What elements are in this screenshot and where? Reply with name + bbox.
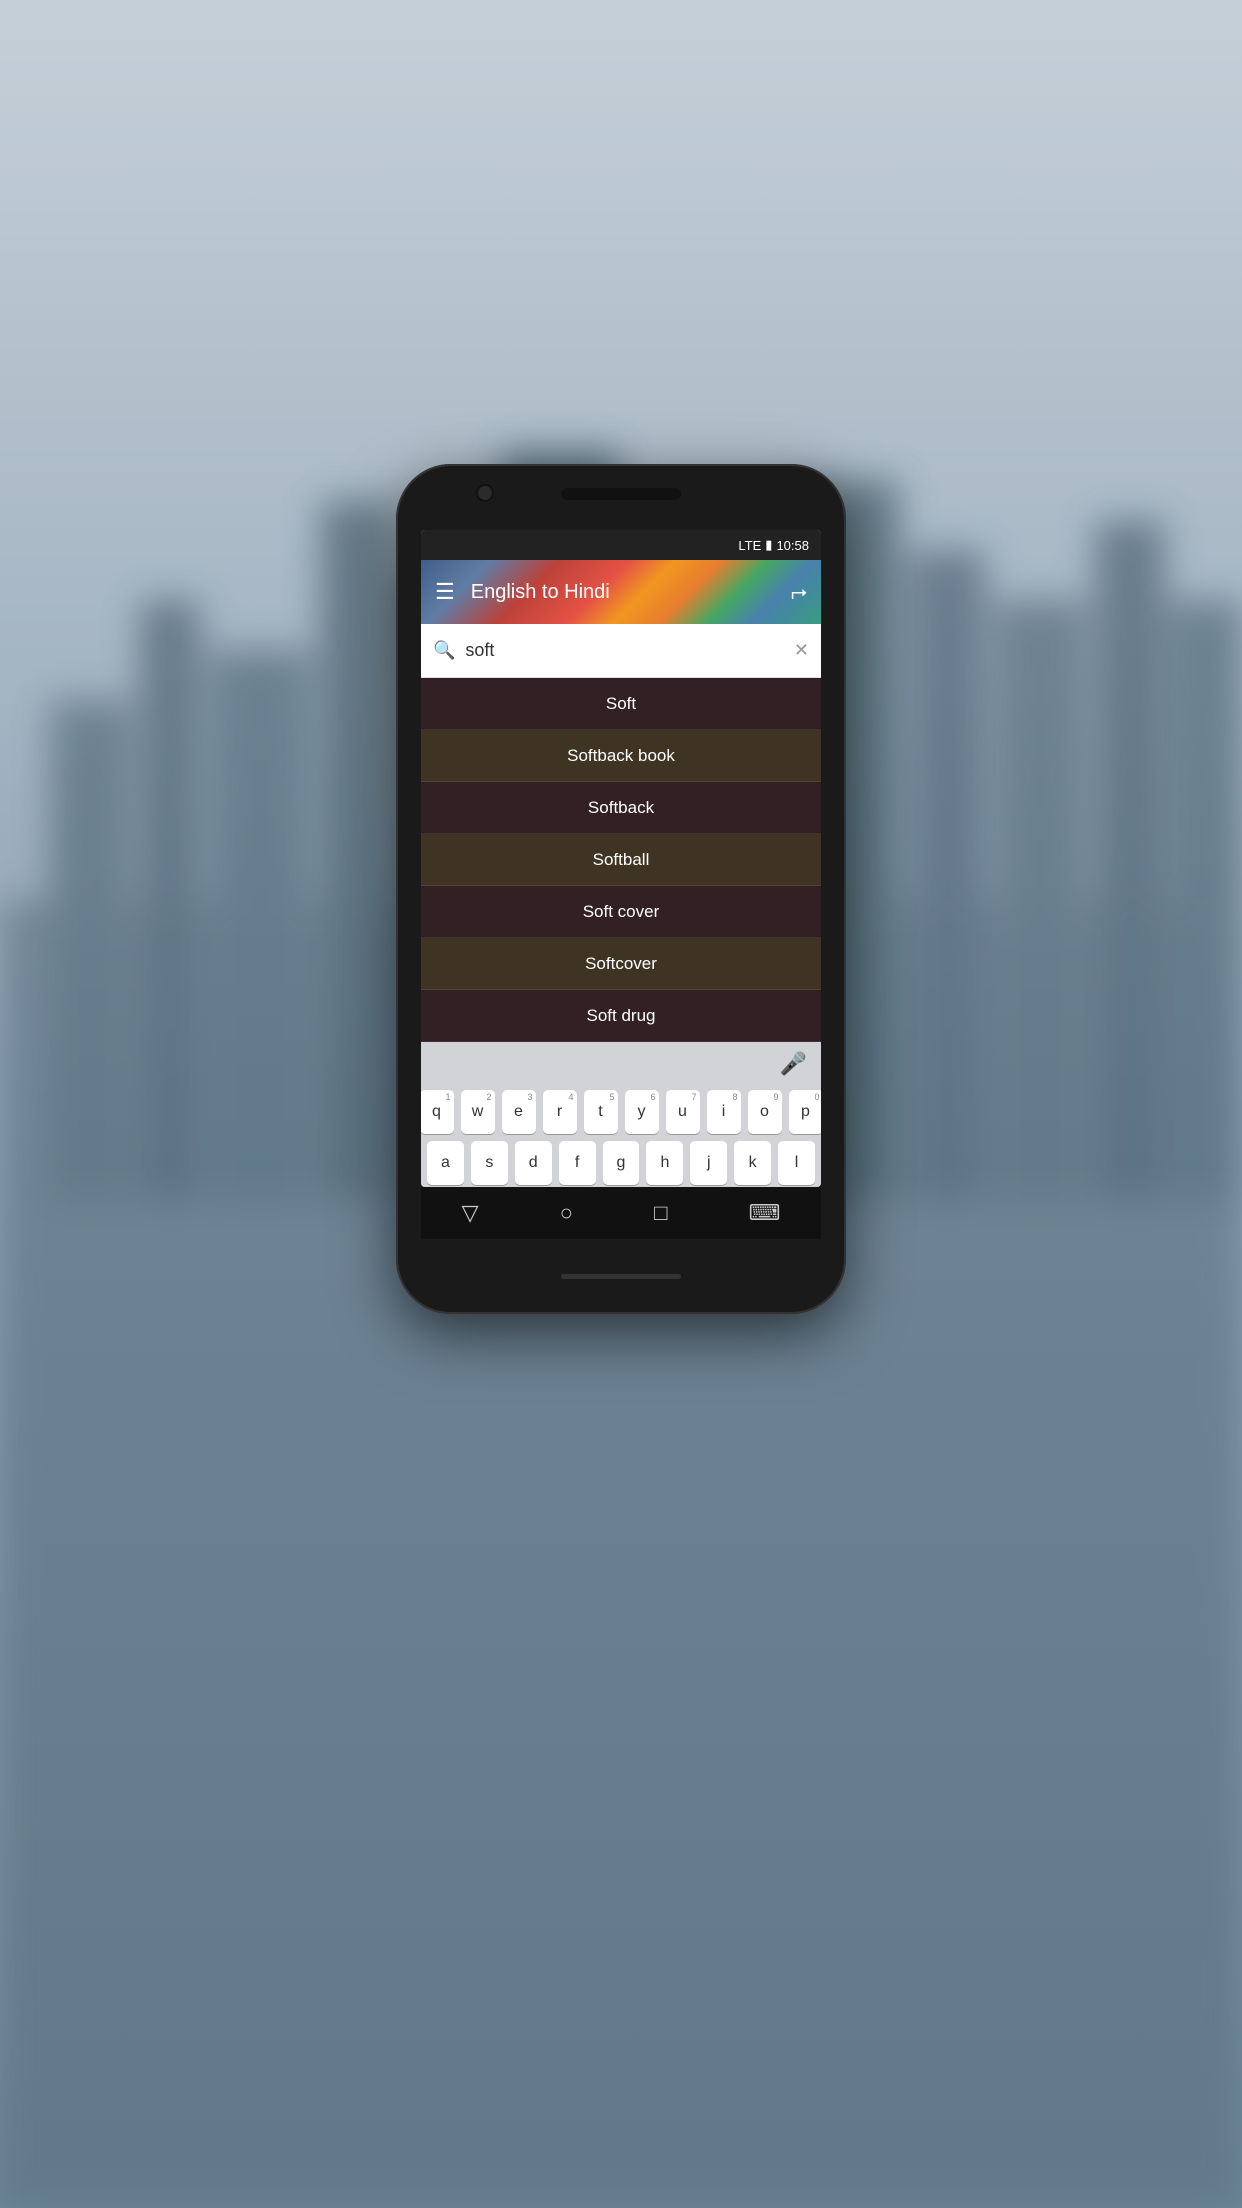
phone-top-bar <box>396 464 846 530</box>
key-k[interactable]: k <box>734 1141 771 1185</box>
search-input[interactable] <box>465 640 783 661</box>
result-item-text: Soft <box>606 694 636 714</box>
status-time: 10:58 <box>776 538 809 553</box>
share-icon[interactable]: ⮣ <box>791 581 807 604</box>
result-item-text: Softcover <box>585 954 657 974</box>
key-o[interactable]: 9o <box>748 1090 782 1134</box>
home-indicator <box>561 1274 681 1279</box>
result-item[interactable]: Softback book <box>421 730 821 782</box>
key-l[interactable]: l <box>778 1141 815 1185</box>
search-icon: 🔍 <box>433 640 455 661</box>
search-bar[interactable]: 🔍 ✕ <box>421 624 821 678</box>
key-g[interactable]: g <box>603 1141 640 1185</box>
result-item-text: Softback book <box>567 746 675 766</box>
key-f[interactable]: f <box>559 1141 596 1185</box>
key-row-2: a s d f g h j k l <box>427 1141 815 1185</box>
key-w[interactable]: 2w <box>461 1090 495 1134</box>
key-a[interactable]: a <box>427 1141 464 1185</box>
keyboard-area: 🎤 1q 2w 3e 4r 5t 6y 7u 8i <box>421 1042 821 1186</box>
signal-text: LTE <box>738 538 761 553</box>
status-icons: LTE ▮ 10:58 <box>738 537 809 553</box>
hamburger-icon[interactable]: ☰ <box>435 581 455 603</box>
key-r[interactable]: 4r <box>543 1090 577 1134</box>
key-e[interactable]: 3e <box>502 1090 536 1134</box>
phone-bottom-nav: ▽ ○ □ ⌨ <box>421 1187 821 1240</box>
result-item[interactable]: Soft cover <box>421 886 821 938</box>
key-y[interactable]: 6y <box>625 1090 659 1134</box>
results-list: Soft Softback book Softback Softball Sof… <box>421 678 821 1042</box>
clear-icon[interactable]: ✕ <box>794 640 809 661</box>
phone-mockup: LTE ▮ 10:58 ☰ English to Hindi ⮣ 🔍 ✕ <box>396 464 846 1314</box>
keyboard-top-bar: 🎤 <box>421 1042 821 1086</box>
key-q[interactable]: 1q <box>421 1090 454 1134</box>
result-item[interactable]: Softback <box>421 782 821 834</box>
key-h[interactable]: h <box>646 1141 683 1185</box>
key-p[interactable]: 0p <box>789 1090 822 1134</box>
phone-bottom-bar <box>396 1239 846 1314</box>
result-item[interactable]: Softball <box>421 834 821 886</box>
key-t[interactable]: 5t <box>584 1090 618 1134</box>
mic-icon[interactable]: 🎤 <box>780 1051 807 1077</box>
key-i[interactable]: 8i <box>707 1090 741 1134</box>
result-item-text: Soft drug <box>587 1006 656 1026</box>
battery-icon: ▮ <box>765 537 772 553</box>
result-item-text: Softball <box>593 850 650 870</box>
phone-speaker <box>561 488 681 500</box>
app-title: English to Hindi <box>471 581 791 604</box>
key-u[interactable]: 7u <box>666 1090 700 1134</box>
home-nav-button[interactable]: ○ <box>560 1200 573 1226</box>
keyboard-nav-button[interactable]: ⌨ <box>749 1200 781 1226</box>
recents-nav-button[interactable]: □ <box>654 1200 667 1226</box>
phone-screen: LTE ▮ 10:58 ☰ English to Hindi ⮣ 🔍 ✕ <box>421 530 821 1186</box>
app-bar: ☰ English to Hindi ⮣ <box>421 560 821 624</box>
status-bar: LTE ▮ 10:58 <box>421 530 821 560</box>
back-nav-button[interactable]: ▽ <box>462 1200 479 1226</box>
result-item-text: Softback <box>588 798 654 818</box>
result-item[interactable]: Soft <box>421 678 821 730</box>
key-s[interactable]: s <box>471 1141 508 1185</box>
keyboard-rows: 1q 2w 3e 4r 5t 6y 7u 8i 9o 0p <box>421 1086 821 1186</box>
result-item[interactable]: Softcover <box>421 938 821 990</box>
result-item-text: Soft cover <box>583 902 660 922</box>
key-j[interactable]: j <box>690 1141 727 1185</box>
key-d[interactable]: d <box>515 1141 552 1185</box>
result-item[interactable]: Soft drug <box>421 990 821 1042</box>
key-row-1: 1q 2w 3e 4r 5t 6y 7u 8i 9o 0p <box>427 1090 815 1134</box>
phone-camera <box>476 484 494 502</box>
